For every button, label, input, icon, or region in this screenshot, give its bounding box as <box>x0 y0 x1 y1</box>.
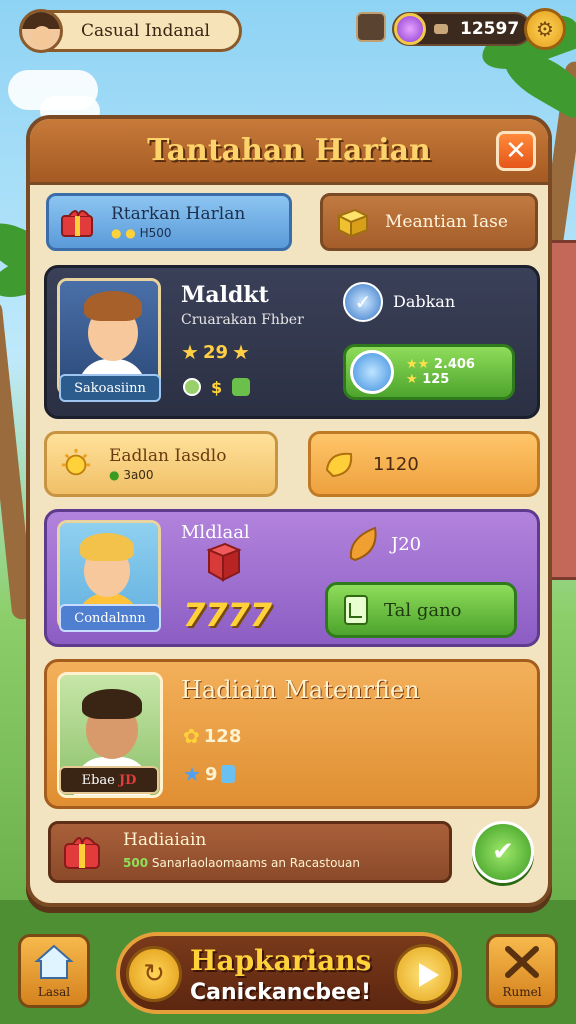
leaf-icon <box>349 526 377 562</box>
puzzle-icon: ✿ <box>183 724 200 748</box>
play-button-label: Tal gano <box>384 599 462 621</box>
check-icon: ✔ <box>492 837 514 867</box>
reward-value: 2.406 <box>433 357 475 372</box>
star-icon: ★ <box>181 340 199 364</box>
task-title: Rtarkan Harlan <box>111 204 246 224</box>
gift-icon <box>61 210 93 237</box>
reward-value: 9 <box>204 763 218 785</box>
play-icon <box>394 944 454 1004</box>
character-tag: Sakoasiinn <box>59 374 161 402</box>
profile-name: Casual Indanal <box>81 21 210 41</box>
badge-icon <box>232 378 251 396</box>
home-label: Lasal <box>37 985 71 999</box>
reward-strip[interactable]: Hadiaiain 500 Sanarlaolaomaams an Racast… <box>48 821 452 883</box>
panel-header: Tantahan Harian ✕ <box>30 119 548 185</box>
tools-button[interactable]: Rumel <box>486 934 558 1008</box>
confirm-button[interactable]: ✔ <box>472 821 534 883</box>
task-reward: H500 <box>139 226 172 240</box>
close-icon: ✕ <box>505 136 527 166</box>
home-button[interactable]: Lasal <box>18 934 90 1008</box>
star-icon: ★★ <box>406 357 430 372</box>
reward-value: 125 <box>422 372 450 387</box>
divider-icon <box>434 24 448 34</box>
task-title: Meantian Iase <box>385 212 508 232</box>
panel-title: Tantahan Harian <box>147 133 431 168</box>
bonus-value: 7777 <box>183 596 273 634</box>
item-value: J20 <box>391 534 422 555</box>
character-tag: Condalnnn <box>59 604 161 632</box>
badge-icon <box>221 765 236 783</box>
claim-reward-button[interactable]: ★★ 2.406 ★ 125 <box>343 344 515 400</box>
action-label: Dabkan <box>393 292 456 311</box>
challenge-name: Maldkt <box>181 282 269 308</box>
task-title: Eadlan Iasdlo <box>109 446 227 466</box>
character-tag-label: Sakoasiinn <box>74 380 146 396</box>
task-chip-amber[interactable]: 1120 <box>308 431 540 497</box>
coin-icon: ● ● <box>111 226 136 240</box>
challenge-card-dark: Sakoasiinn Maldkt Cruarakan Fhber ★ 29 ★… <box>44 265 540 419</box>
challenge-card-purple: Condalnnn Mldlaal 7777 J20 Tal gano <box>44 509 540 647</box>
gem-icon <box>394 13 426 45</box>
task-chip-orange[interactable]: Meantian Iase <box>320 193 538 251</box>
bonus-row: 7777 <box>183 596 272 634</box>
character-tag: Ebae JD <box>59 766 159 794</box>
reward-strip-sub: Sanarlaolaomaams an Racastouan <box>151 856 360 870</box>
coin-icon: ↻ <box>126 946 182 1002</box>
character-tag-label: Ebae <box>81 772 115 788</box>
main-action-button[interactable]: ↻ Hapkarians Canickancbee! <box>116 932 462 1014</box>
reward-row: ★ 9 <box>183 762 236 786</box>
verified-icon: ✓ <box>343 282 383 322</box>
star-icon: ★ <box>406 372 418 387</box>
task-chip-blue[interactable]: Rtarkan Harlan ● ● H500 <box>46 193 292 251</box>
task-chip-yellow[interactable]: Eadlan Iasdlo ● 3a00 <box>44 431 278 497</box>
profile-badge[interactable]: Casual Indanal <box>19 9 242 53</box>
avatar <box>19 9 63 53</box>
tools-label: Rumel <box>502 985 542 999</box>
reward-value: 128 <box>203 725 242 747</box>
gift-icon <box>64 837 100 869</box>
task-reward: 3a00 <box>123 468 154 482</box>
star-icon: ★ <box>183 762 201 786</box>
reward-strip-title: Hadiaiain <box>123 830 207 850</box>
small-icon-row: $ <box>183 378 251 397</box>
feather-icon <box>350 350 394 394</box>
star-icon: ★ <box>232 340 250 364</box>
leaf-icon <box>325 452 353 478</box>
star-count: 29 <box>202 341 228 363</box>
close-button[interactable]: ✕ <box>496 131 536 171</box>
star-rating: ★ 29 ★ <box>181 340 250 364</box>
main-action-subtitle: Canickancbee! <box>190 980 372 1005</box>
cube-icon <box>336 208 370 238</box>
gem-icon: ● <box>109 468 120 482</box>
challenge-subtitle: Cruarakan Fhber <box>181 312 304 328</box>
challenge-name: Hadiain Matenrfien <box>181 676 420 704</box>
shop-icon[interactable] <box>356 12 386 42</box>
document-icon <box>344 595 368 625</box>
house-icon <box>34 944 74 979</box>
gem-count: 12597 <box>460 19 520 39</box>
gem-counter[interactable]: 12597 <box>392 12 532 46</box>
character-tag-value: JD <box>118 772 137 788</box>
main-action-title: Hapkarians <box>190 944 372 977</box>
sun-icon <box>61 448 91 476</box>
task-value: 1120 <box>373 453 419 475</box>
dollar-icon: $ <box>211 378 223 397</box>
reward-strip-badge: 500 <box>123 856 149 870</box>
cube-icon <box>206 542 242 582</box>
challenge-card-orange: Ebae JD Hadiain Matenrfien ✿ 128 ★ 9 <box>44 659 540 809</box>
character-tag-label: Condalnnn <box>74 610 146 626</box>
crossed-tools-icon <box>505 946 539 978</box>
gear-icon[interactable]: ⚙ <box>524 8 566 50</box>
daily-challenge-panel: Tantahan Harian ✕ Rtarkan Harlan ● ● H50… <box>26 115 552 907</box>
play-button[interactable]: Tal gano <box>325 582 517 638</box>
coin-icon <box>183 378 201 396</box>
reward-row: ✿ 128 <box>183 724 241 748</box>
